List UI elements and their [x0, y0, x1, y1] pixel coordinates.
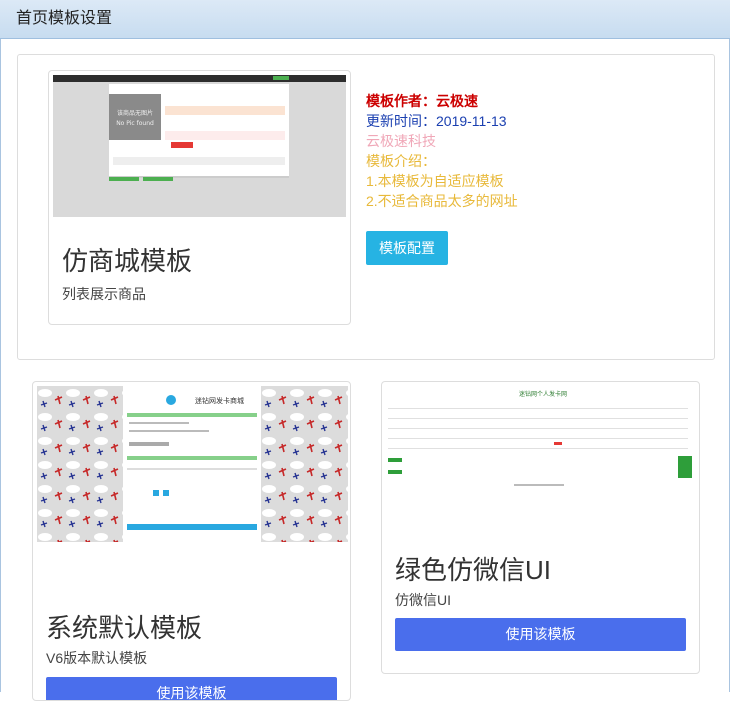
use-wechat-template-button[interactable]: 使用该模板 [395, 618, 686, 651]
wechat-template-desc: 仿微信UI [395, 592, 451, 608]
current-template-thumbnail: 该商品无图片 No Pic found [53, 75, 346, 221]
default-template-thumbnail: 迷钻网发卡商城 [37, 386, 348, 542]
current-template-desc: 列表展示商品 [62, 286, 146, 302]
current-template-title: 仿商城模板 [62, 246, 193, 276]
thumb-text-2: No Pic found [116, 120, 154, 127]
wechat-template-preview: 迷钻网个人发卡网 [384, 384, 697, 496]
template-intro-1: 1.本模板为自适应模板 [366, 173, 504, 189]
template-intro-2: 2.不适合商品太多的网址 [366, 193, 518, 209]
default-template-preview: 迷钻网发卡商城 [37, 386, 348, 542]
panel-body: 该商品无图片 No Pic found 仿商城模板 列表展示商品 模板作者：云极… [0, 39, 730, 701]
wechat-template-thumbnail: 迷钻网个人发卡网 [384, 384, 697, 496]
template-info: 模板作者：云极速 更新时间：2019-11-13 云极速科技 模板介绍： 1.本… [366, 91, 518, 211]
template-card-green-wechat: 迷钻网个人发卡网 绿色仿微信UI 仿微信UI 使用该模板 [381, 381, 700, 674]
use-default-template-button[interactable]: 使用该模板 [46, 677, 337, 700]
wechat-template-title: 绿色仿微信UI [395, 555, 552, 585]
default-template-desc: V6版本默认模板 [46, 650, 148, 666]
template-config-button[interactable]: 模板配置 [366, 231, 448, 265]
mall-template-preview: 该商品无图片 No Pic found [53, 75, 346, 217]
wechat-thumb-heading: 迷钻网个人发卡网 [519, 390, 567, 398]
template-author: 模板作者：云极速 [366, 93, 478, 109]
default-template-title: 系统默认模板 [46, 613, 203, 643]
current-template-section: 该商品无图片 No Pic found 仿商城模板 列表展示商品 模板作者：云极… [17, 54, 715, 360]
panel-header: 首页模板设置 [0, 0, 730, 39]
template-intro-label: 模板介绍： [366, 153, 436, 169]
current-template-card: 该商品无图片 No Pic found 仿商城模板 列表展示商品 [48, 70, 351, 325]
template-company: 云极速科技 [366, 133, 436, 149]
thumb-text-1: 该商品无图片 [117, 109, 153, 117]
template-card-default: 迷钻网发卡商城 系统默认模板 V6版本默认模板 使用该模板 [32, 381, 351, 701]
default-thumb-heading: 迷钻网发卡商城 [195, 396, 244, 405]
template-updated: 更新时间：2019-11-13 [366, 113, 507, 129]
page-title: 首页模板设置 [16, 10, 113, 27]
